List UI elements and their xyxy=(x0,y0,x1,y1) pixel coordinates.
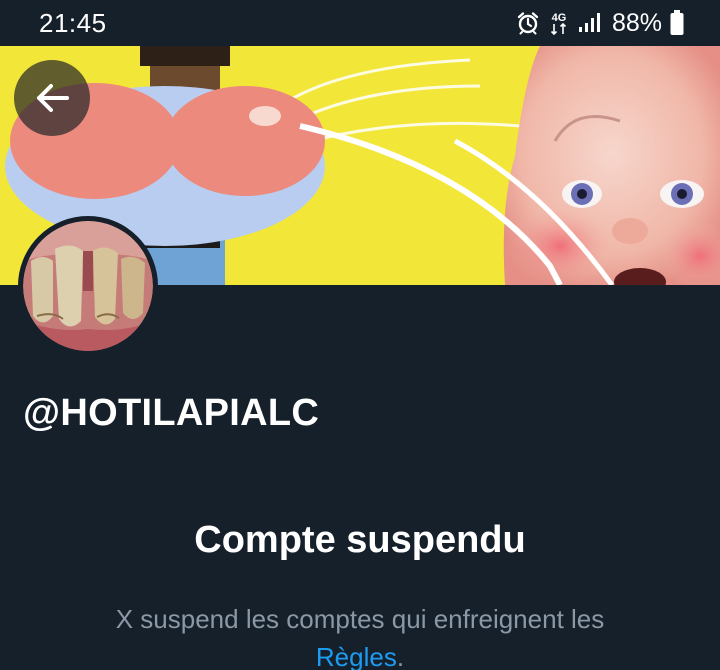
rules-link[interactable]: Règles xyxy=(316,642,397,670)
battery-percentage: 88% xyxy=(611,8,662,37)
profile-screen: 21:45 4G 88% @HOTILAPIALC Compte suspend… xyxy=(0,0,720,670)
alarm-icon xyxy=(516,11,540,35)
back-button[interactable] xyxy=(14,60,90,136)
status-bar: 21:45 4G 88% xyxy=(0,0,720,46)
status-time: 21:45 xyxy=(39,7,107,38)
profile-handle: @HOTILAPIALC xyxy=(23,392,320,434)
4g-data-icon: 4G xyxy=(548,10,570,36)
arrow-left-icon xyxy=(35,83,69,113)
signal-icon xyxy=(578,12,600,34)
avatar[interactable] xyxy=(18,216,158,356)
description-period: . xyxy=(396,642,405,670)
svg-text:4G: 4G xyxy=(552,12,567,24)
suspended-description-text: X suspend les comptes qui enfreignent le… xyxy=(115,604,605,634)
status-indicators: 4G 88% xyxy=(516,9,684,38)
battery-icon xyxy=(670,10,684,36)
suspended-title: Compte suspendu xyxy=(194,519,526,561)
suspended-description: X suspend les comptes qui enfreignent le… xyxy=(0,600,720,670)
